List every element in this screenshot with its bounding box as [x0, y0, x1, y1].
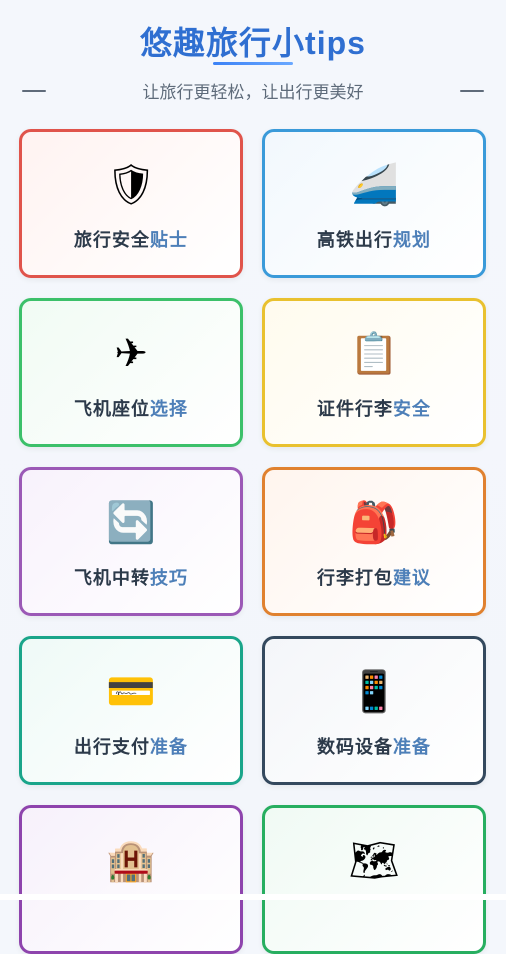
map-icon: 🗺 — [348, 838, 400, 884]
credit-card-icon: 💳 — [106, 669, 156, 715]
tip-card-4[interactable]: 📋 证件行李安全 — [262, 298, 486, 447]
hotel-icon: 🏨 — [106, 838, 156, 884]
tip-card-10[interactable]: 🗺 — [262, 805, 486, 954]
tip-card-1[interactable]: 🛡 旅行安全贴士 — [19, 129, 243, 278]
tip-card-2[interactable]: 🚄 高铁出行规划 — [262, 129, 486, 278]
tip-card-label-accent: 选择 — [150, 399, 188, 419]
tip-card-6[interactable]: 🎒 行李打包建议 — [262, 467, 486, 616]
tip-card-label: 高铁出行规划 — [265, 226, 483, 252]
tip-card-label: 数码设备准备 — [265, 733, 483, 759]
tip-card-label-main: 飞机中转 — [74, 568, 150, 588]
tip-card-label-main: 数码设备 — [317, 737, 393, 757]
tip-card-label-accent: 准备 — [150, 737, 188, 757]
tip-card-label-accent: 贴士 — [150, 230, 188, 250]
tip-card-label-main: 飞机座位 — [74, 399, 150, 419]
clipboard-icon: 📋 — [349, 331, 399, 377]
tip-card-label-main: 高铁出行 — [317, 230, 393, 250]
tip-card-label: 飞机座位选择 — [22, 395, 240, 421]
tip-card-label: 旅行安全贴士 — [22, 226, 240, 252]
tip-card-label: 出行支付准备 — [22, 733, 240, 759]
tips-grid: 🛡 旅行安全贴士 🚄 高铁出行规划 ✈ 飞机座位选择 📋 证件行李安全 🔄 飞机中转技巧 🎒 行李打包… — [0, 0, 506, 954]
tip-card-label-main: 证件行李 — [317, 399, 393, 419]
bottom-edge — [0, 894, 506, 900]
tip-card-label: 行李打包建议 — [265, 564, 483, 590]
tip-card-label-accent: 准备 — [393, 737, 431, 757]
backpack-icon: 🎒 — [349, 500, 399, 546]
tip-card-label-accent: 建议 — [393, 568, 431, 588]
bullet-train-icon: 🚄 — [349, 162, 399, 208]
tip-card-label: 飞机中转技巧 — [22, 564, 240, 590]
tip-card-9[interactable]: 🏨 — [19, 805, 243, 954]
shield-icon: 🛡 — [105, 162, 157, 208]
tip-card-label-accent: 技巧 — [150, 568, 188, 588]
tip-card-label: 证件行李安全 — [265, 395, 483, 421]
tip-card-label-main: 行李打包 — [317, 568, 393, 588]
tip-card-label-main: 旅行安全 — [74, 230, 150, 250]
tip-card-3[interactable]: ✈ 飞机座位选择 — [19, 298, 243, 447]
airplane-icon: ✈ — [114, 331, 148, 377]
tip-card-7[interactable]: 💳 出行支付准备 — [19, 636, 243, 785]
tip-card-8[interactable]: 📱 数码设备准备 — [262, 636, 486, 785]
tip-card-label-accent: 安全 — [393, 399, 431, 419]
mobile-phone-icon: 📱 — [349, 669, 399, 715]
tip-card-label-main: 出行支付 — [74, 737, 150, 757]
tip-card-label-accent: 规划 — [393, 230, 431, 250]
tip-card-5[interactable]: 🔄 飞机中转技巧 — [19, 467, 243, 616]
transfer-arrows-icon: 🔄 — [106, 500, 156, 546]
